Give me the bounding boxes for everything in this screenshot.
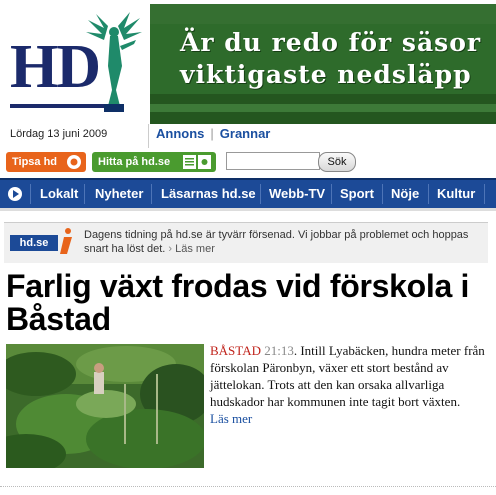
hitta-button[interactable]: Hitta på hd.se	[92, 152, 216, 172]
article-time-separator: .	[293, 343, 298, 358]
statue-logo-icon	[86, 12, 142, 112]
nav-separator	[382, 184, 383, 204]
nav-item-lasarnas[interactable]: Läsarnas hd.se	[161, 180, 256, 208]
notice-box: hd.se Dagens tidning på hd.se är tyvärr …	[4, 222, 488, 263]
nav-item-sport[interactable]: Sport	[340, 180, 374, 208]
ad-banner[interactable]: Är du redo för säsor viktigaste nedsläpp	[150, 4, 496, 124]
article-time: 21:13	[264, 343, 294, 358]
nav-item-nyheter[interactable]: Nyheter	[95, 180, 143, 208]
annons-link[interactable]: Annons	[150, 126, 210, 141]
nav-item-kultur[interactable]: Kultur	[437, 180, 475, 208]
banner-headline-line1: Är du redo för säsor	[180, 28, 482, 57]
hitta-label: Hitta på hd.se	[98, 156, 171, 168]
hdse-logo: hd.se	[10, 235, 58, 251]
article-location: BÅSTAD	[210, 343, 261, 358]
info-icon	[60, 228, 72, 254]
nav-separator	[84, 184, 85, 204]
divider	[148, 124, 149, 148]
article-read-more-link[interactable]: Läs mer	[210, 411, 252, 426]
search-input[interactable]	[226, 152, 320, 170]
nav-separator	[151, 184, 152, 204]
notice-read-more-link[interactable]: Läs mer	[175, 243, 215, 255]
eye-icon	[67, 155, 81, 169]
nav-item-webb-tv[interactable]: Webb-TV	[269, 180, 325, 208]
banner-headline-line2: viktigaste nedsläpp	[180, 60, 472, 89]
directory-icon	[183, 155, 211, 169]
top-links: Annons | Grannar	[150, 126, 276, 141]
article-photo[interactable]	[6, 344, 204, 468]
nav-separator	[331, 184, 332, 204]
article-summary: BÅSTAD 21:13. Intill Lyabäcken, hundra m…	[210, 342, 492, 427]
tipsa-hd-label: Tipsa hd	[12, 156, 58, 168]
tipsa-hd-button[interactable]: Tipsa hd	[6, 152, 86, 172]
notice-message: Dagens tidning på hd.se är tyvärr försen…	[84, 229, 469, 255]
arrow-right-icon: ›	[168, 243, 173, 255]
nav-separator	[428, 184, 429, 204]
grannar-link[interactable]: Grannar	[214, 126, 277, 141]
nav-separator	[260, 184, 261, 204]
search-button[interactable]: Sök	[318, 152, 356, 172]
main-nav: Lokalt Nyheter Läsarnas hd.se Webb-TV Sp…	[0, 178, 496, 208]
nav-separator	[484, 184, 485, 204]
notice-text: Dagens tidning på hd.se är tyvärr försen…	[84, 228, 484, 256]
article-headline[interactable]: Farlig växt frodas vid förskola i Båstad	[6, 270, 486, 336]
date-label: Lördag 13 juni 2009	[10, 128, 108, 140]
divider	[0, 486, 496, 488]
nav-underline	[0, 208, 496, 211]
nav-separator	[30, 184, 31, 204]
nav-item-noje[interactable]: Nöje	[391, 180, 419, 208]
play-arrow-icon[interactable]	[8, 187, 22, 201]
nav-item-lokalt[interactable]: Lokalt	[40, 180, 78, 208]
